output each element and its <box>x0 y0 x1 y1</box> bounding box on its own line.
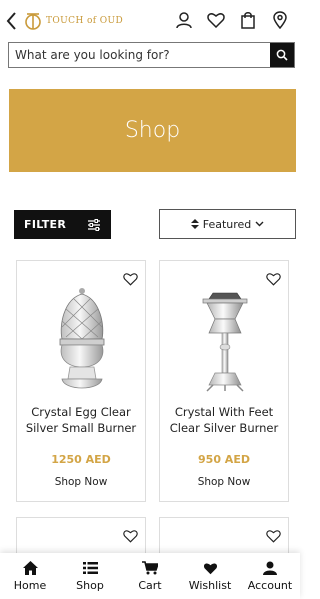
product-name[interactable]: Crystal Egg Clear Silver Small Burner <box>21 404 141 436</box>
product-price: 950 AED <box>198 453 250 466</box>
product-image-feet-burner[interactable] <box>175 287 275 397</box>
nav-label: Account <box>247 579 293 592</box>
heart-icon <box>202 560 218 576</box>
filter-label: FILTER <box>24 218 67 231</box>
home-icon <box>22 560 38 576</box>
brand-logo[interactable]: TOUCH of OUD <box>24 10 123 32</box>
brand-name: TOUCH of OUD <box>46 16 124 26</box>
nav-cart[interactable]: Cart <box>120 553 180 599</box>
nav-shop[interactable]: Shop <box>60 553 120 599</box>
nav-wishlist[interactable]: Wishlist <box>180 553 240 599</box>
shop-banner: Shop <box>9 89 296 172</box>
nav-label: Wishlist <box>188 579 232 592</box>
user-icon <box>262 560 278 576</box>
product-image-egg-burner[interactable] <box>32 287 132 397</box>
search-input[interactable] <box>9 43 270 67</box>
nav-label: Home <box>13 579 47 592</box>
search-bar <box>8 42 295 68</box>
sort-label: Featured <box>202 217 252 231</box>
product-card[interactable]: Crystal Egg Clear Silver Small Burner 12… <box>16 260 146 502</box>
product-card[interactable]: Crystal With Feet Clear Silver Burner 95… <box>159 260 289 502</box>
search-icon <box>276 49 288 61</box>
account-icon[interactable] <box>174 10 194 30</box>
sort-dropdown[interactable]: Featured <box>159 209 296 239</box>
sort-arrows-icon <box>190 219 199 229</box>
add-to-wishlist-heart-icon[interactable] <box>123 271 139 287</box>
nav-account[interactable]: Account <box>240 553 300 599</box>
location-icon[interactable] <box>270 10 290 30</box>
product-price: 1250 AED <box>51 453 111 466</box>
shop-now-link[interactable]: Shop Now <box>160 476 288 488</box>
nav-home[interactable]: Home <box>0 553 60 599</box>
bag-icon[interactable] <box>238 10 258 30</box>
add-to-wishlist-heart-icon[interactable] <box>266 271 282 287</box>
cart-icon <box>142 560 158 576</box>
add-to-wishlist-heart-icon[interactable] <box>123 528 139 544</box>
list-icon <box>82 560 98 576</box>
back-icon[interactable] <box>4 10 20 32</box>
chevron-down-icon <box>255 221 264 227</box>
page-title: Shop <box>124 118 181 143</box>
shop-now-link[interactable]: Shop Now <box>17 476 145 488</box>
top-bar: TOUCH of OUD <box>0 0 300 40</box>
filter-button[interactable]: FILTER <box>14 210 111 239</box>
wishlist-heart-icon[interactable] <box>206 10 226 30</box>
nav-label: Cart <box>138 579 162 592</box>
search-button[interactable] <box>270 43 294 67</box>
bottom-navigation: Home Shop Cart Wishlist Account <box>0 553 300 599</box>
logo-mark-icon <box>25 13 41 30</box>
add-to-wishlist-heart-icon[interactable] <box>266 528 282 544</box>
nav-label: Shop <box>76 579 104 592</box>
sliders-icon <box>88 218 100 231</box>
product-name[interactable]: Crystal With Feet Clear Silver Burner <box>164 404 284 436</box>
